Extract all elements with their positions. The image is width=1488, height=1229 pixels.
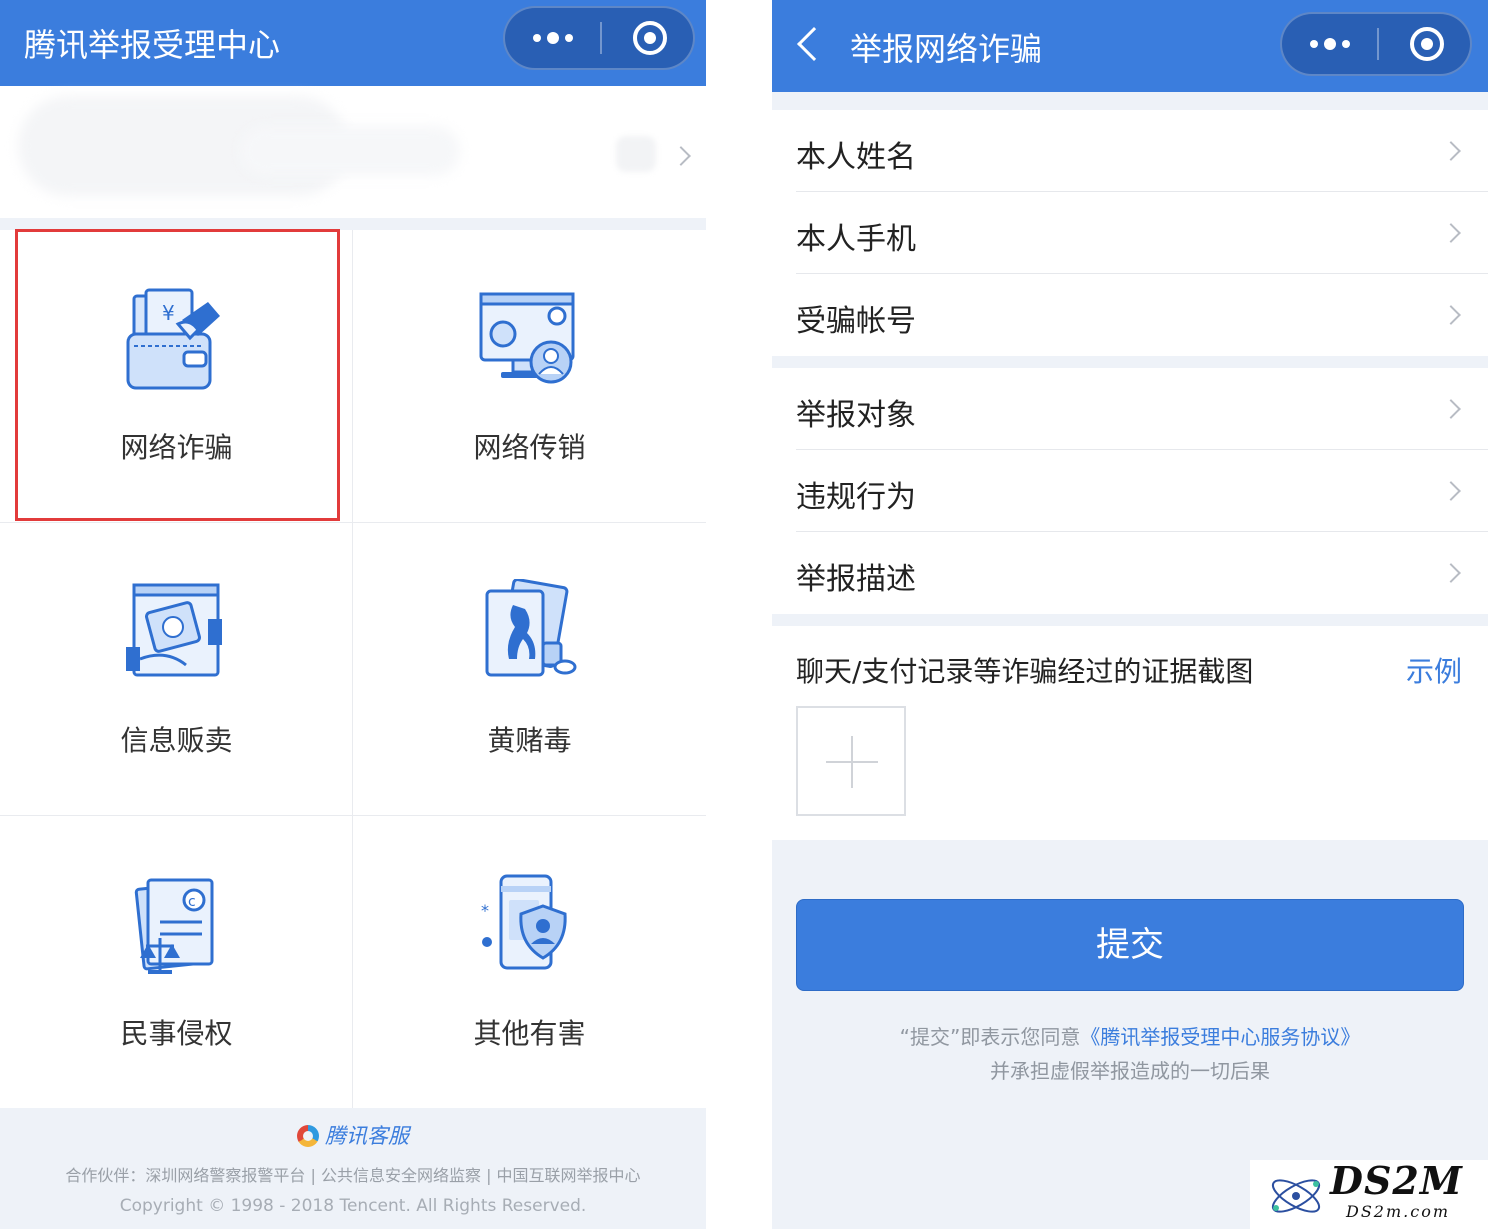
report-fraud-form: 举报网络诈骗 本人姓名 本人手机 受骗帐号 举报对象 违规行为 举报描述 聊天/…	[772, 0, 1488, 1229]
field-report-description[interactable]: 举报描述	[772, 532, 1488, 614]
chevron-right-icon	[1441, 305, 1461, 325]
chevron-right-icon	[1441, 223, 1461, 243]
copyright-scales-icon: c	[134, 878, 214, 974]
page-title: 腾讯举报受理中心	[24, 26, 281, 64]
money-exchange-icon	[126, 583, 222, 677]
chevron-right-icon	[1441, 481, 1461, 501]
blurred-badge	[616, 136, 656, 172]
evidence-label: 聊天/支付记录等诈骗经过的证据截图	[796, 655, 1254, 688]
blurred-name	[240, 126, 460, 176]
agreement-prefix: “提交”即表示您同意	[899, 1025, 1081, 1049]
agreement-line-2: 并承担虚假举报造成的一切后果	[990, 1059, 1270, 1083]
field-label: 举报对象	[796, 398, 916, 433]
svg-text:*: *	[481, 901, 489, 920]
mini-program-capsule	[503, 6, 695, 70]
field-reporter-name[interactable]: 本人姓名	[772, 110, 1488, 192]
reporter-info-group: 本人姓名 本人手机 受骗帐号	[772, 110, 1488, 356]
category-vice[interactable]: 黄赌毒	[353, 523, 706, 815]
category-label: 信息贩卖	[120, 724, 233, 757]
tencent-service-logo-icon	[297, 1125, 319, 1147]
more-menu-icon[interactable]	[531, 8, 575, 68]
chevron-right-icon	[671, 146, 691, 166]
atom-logo-icon	[1271, 1179, 1321, 1213]
chevron-right-icon	[1441, 399, 1461, 419]
phone-shield-icon: *	[481, 874, 567, 970]
capsule-divider	[600, 22, 602, 54]
close-target-icon[interactable]	[633, 21, 667, 55]
category-info-selling[interactable]: 信息贩卖	[0, 523, 353, 815]
more-menu-icon[interactable]	[1308, 14, 1352, 74]
report-detail-group: 举报对象 违规行为 举报描述	[772, 368, 1488, 614]
field-label: 本人姓名	[796, 140, 916, 175]
footer-brand-text: 腾讯客服	[325, 1124, 409, 1148]
field-defrauded-account[interactable]: 受骗帐号	[772, 274, 1488, 356]
cards-pills-icon	[485, 579, 577, 677]
field-reporter-phone[interactable]: 本人手机	[772, 192, 1488, 274]
category-other-harmful[interactable]: * 其他有害	[353, 816, 706, 1108]
nav-bar: 举报网络诈骗	[772, 0, 1488, 92]
report-center-home: 腾讯举报受理中心 ¥ 网络诈骗 网络传销 信息贩卖 黄赌毒 c 民事侵权 * 其…	[0, 0, 706, 1229]
monitor-network-icon	[479, 292, 575, 384]
footer-brand[interactable]: 腾讯客服	[0, 1120, 706, 1150]
watermark-brand: DS2M	[1330, 1158, 1463, 1203]
chevron-right-icon	[1441, 141, 1461, 161]
field-label: 违规行为	[796, 480, 916, 515]
selection-highlight	[15, 229, 340, 521]
category-label: 其他有害	[473, 1017, 586, 1050]
agreement-notice: “提交”即表示您同意《腾讯举报受理中心服务协议》 并承担虚假举报造成的一切后果	[772, 1020, 1488, 1088]
field-report-target[interactable]: 举报对象	[772, 368, 1488, 450]
watermark-domain: DS2m.com	[1346, 1202, 1450, 1221]
footer-copyright: Copyright © 1998 - 2018 Tencent. All Rig…	[119, 1196, 587, 1216]
capsule-divider	[1377, 28, 1379, 60]
plus-icon	[851, 736, 853, 788]
submit-button[interactable]: 提交	[796, 899, 1464, 991]
footer-partners: 合作伙伴：深圳网络警察报警平台 | 公共信息安全网络监察 | 中国互联网举报中心	[65, 1166, 641, 1185]
upload-screenshot-button[interactable]	[796, 706, 906, 816]
nav-bar: 腾讯举报受理中心	[0, 0, 706, 86]
category-civil-infringement[interactable]: c 民事侵权	[0, 816, 353, 1108]
user-profile-row[interactable]	[0, 86, 706, 218]
service-agreement-link[interactable]: 《腾讯举报受理中心服务协议》	[1080, 1025, 1360, 1049]
category-label: 民事侵权	[120, 1017, 233, 1050]
category-label: 网络传销	[473, 431, 586, 464]
watermark: DS2M DS2m.com	[1250, 1158, 1488, 1229]
mini-program-capsule	[1280, 12, 1472, 76]
chevron-right-icon	[1441, 563, 1461, 583]
category-label: 黄赌毒	[487, 724, 572, 757]
page-title: 举报网络诈骗	[850, 30, 1043, 68]
svg-text:c: c	[188, 894, 196, 910]
field-label: 本人手机	[796, 222, 916, 257]
field-label: 举报描述	[796, 562, 916, 597]
field-violation[interactable]: 违规行为	[772, 450, 1488, 532]
field-label: 受骗帐号	[796, 304, 916, 339]
category-pyramid-scheme[interactable]: 网络传销	[353, 230, 706, 522]
footer: 腾讯客服 合作伙伴：深圳网络警察报警平台 | 公共信息安全网络监察 | 中国互联…	[0, 1108, 706, 1229]
example-link[interactable]: 示例	[1406, 650, 1462, 690]
evidence-section: 聊天/支付记录等诈骗经过的证据截图 示例	[772, 626, 1488, 840]
close-target-icon[interactable]	[1410, 27, 1444, 61]
back-arrow-icon[interactable]	[797, 27, 831, 61]
